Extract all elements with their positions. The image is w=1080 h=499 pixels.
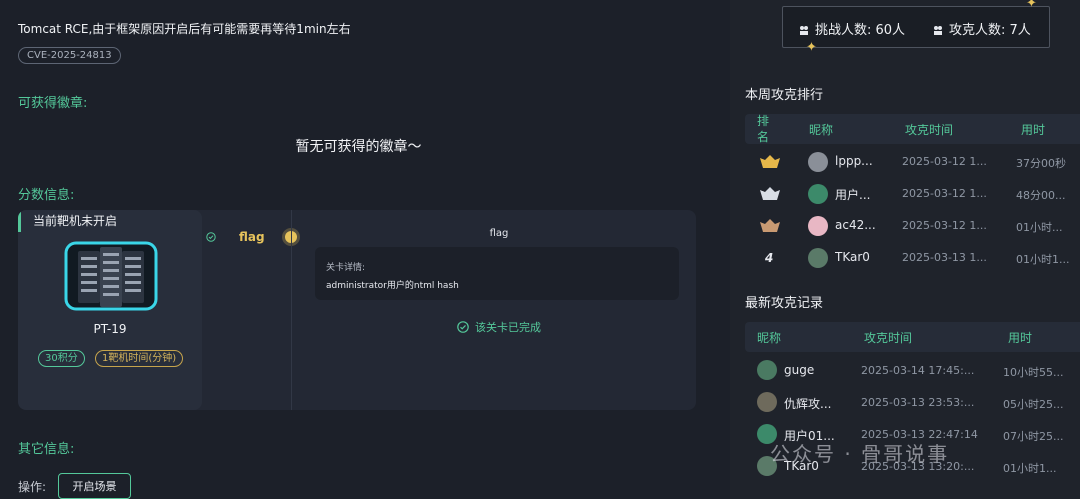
solve-time: 2025-03-12 1...: [902, 219, 987, 232]
nickname: 用户...: [835, 188, 871, 202]
operation-label: 操作:: [18, 480, 47, 494]
table-row[interactable]: 仇辉攻... 2025-03-13 23:53:... 05小时25...: [745, 386, 1080, 418]
completed-status: 该关卡已完成: [314, 319, 684, 335]
col-nickname: 昵称: [809, 123, 834, 137]
col-duration: 用时: [1008, 331, 1033, 345]
nickname: 仇辉攻...: [784, 397, 832, 411]
duration: 48分00...: [1016, 189, 1066, 202]
table-row[interactable]: 用户... 2025-03-12 1... 48分00...: [745, 179, 1080, 211]
nickname: guge: [784, 363, 815, 377]
table-header: 昵称 攻克时间 用时: [745, 322, 1080, 352]
flag-detail-label: 关卡详情:: [326, 263, 366, 273]
watermark: 公众号 · 骨哥说事: [770, 442, 950, 466]
start-scene-button[interactable]: 开启场景: [58, 473, 131, 499]
flag-detail-text: administrator用户的ntml hash: [326, 281, 459, 291]
avatar: [757, 392, 777, 412]
col-rank: 排名: [757, 114, 770, 144]
table-header: 排名 昵称 攻克时间 用时: [745, 114, 1080, 144]
table-row[interactable]: 4 TKar0 2025-03-13 1... 01小时1...: [745, 243, 1080, 275]
check-circle-icon: [457, 321, 469, 333]
score-tag: 30积分: [38, 350, 85, 367]
score-section-heading: 分数信息:: [18, 188, 75, 203]
completed-text: 该关卡已完成: [475, 321, 541, 334]
solve-time: 2025-03-14 17:45:...: [861, 364, 975, 377]
col-time: 攻克时间: [864, 331, 913, 345]
challengers-stat: 挑战人数: 60人: [799, 19, 905, 38]
duration: 01小时...: [1016, 221, 1063, 234]
duration: 37分00秒: [1016, 157, 1066, 170]
target-name: PT-19: [93, 322, 127, 336]
users-icon: [800, 26, 808, 35]
gold-medal-icon: [760, 155, 780, 168]
target-machine-card: 当前靶机未开启 PT-19 30积分 1靶机时间(分钟): [18, 210, 202, 410]
silver-medal-icon: [760, 187, 780, 200]
score-card: 当前靶机未开启 PT-19 30积分 1靶机时间(分钟) flag flag 关…: [18, 210, 696, 410]
duration: 10小时55...: [1003, 366, 1064, 379]
flag-step[interactable]: flag: [202, 210, 312, 410]
sparkle-icon: ✦: [806, 40, 817, 55]
duration: 01小时1...: [1016, 253, 1070, 266]
target-status: 当前靶机未开启: [18, 210, 117, 232]
challenge-main-panel: Tomcat RCE,由于框架原因开启后有可能需要再等待1min左右 CVE-2…: [0, 0, 717, 499]
bronze-medal-icon: [760, 219, 780, 232]
recent-solves-heading: 最新攻克记录: [745, 296, 824, 311]
solve-time: 2025-03-12 1...: [902, 155, 987, 168]
flag-detail-title: flag: [489, 228, 509, 239]
divider: [291, 210, 292, 410]
no-badge-message: 暂无可获得的徽章～: [295, 139, 422, 155]
flag-step-label: flag: [239, 230, 265, 244]
sparkle-icon: ✦: [1026, 0, 1037, 11]
avatar: [757, 360, 777, 380]
cve-tag: CVE-2025-24813: [18, 47, 121, 64]
solve-time: 2025-03-13 1...: [902, 251, 987, 264]
users-icon: [934, 26, 942, 35]
challenge-title: Tomcat RCE,由于框架原因开启后有可能需要再等待1min左右: [18, 22, 351, 36]
solve-time: 2025-03-12 1...: [902, 187, 987, 200]
weekly-rank-heading: 本周攻克排行: [745, 88, 824, 103]
col-time: 攻克时间: [905, 123, 954, 137]
rank-number: 4: [765, 251, 774, 265]
nickname: lppp...: [835, 154, 873, 168]
table-row[interactable]: lppp... 2025-03-12 1... 37分00秒: [745, 147, 1080, 179]
challengers-text: 挑战人数: 60人: [815, 23, 906, 38]
duration: 05小时25...: [1003, 398, 1064, 411]
stats-box: 挑战人数: 60人 攻克人数: 7人: [782, 6, 1050, 48]
time-tag: 1靶机时间(分钟): [95, 350, 184, 367]
nickname: ac42...: [835, 218, 876, 232]
check-circle-icon: [206, 232, 216, 242]
solve-time: 2025-03-13 23:53:...: [861, 396, 975, 409]
flag-detail-panel: flag 关卡详情: administrator用户的ntml hash 该关卡…: [314, 210, 684, 410]
col-nickname: 昵称: [757, 331, 782, 345]
table-row[interactable]: guge 2025-03-14 17:45:... 10小时55...: [745, 354, 1080, 386]
table-row[interactable]: ac42... 2025-03-12 1... 01小时...: [745, 211, 1080, 243]
leaderboard-panel: 挑战人数: 60人 攻克人数: 7人 ✦ ✦ 本周攻克排行 排名 昵称 攻克时间…: [730, 0, 1080, 499]
col-duration: 用时: [1021, 123, 1046, 137]
solvers-text: 攻克人数: 7人: [949, 23, 1031, 38]
solvers-stat: 攻克人数: 7人: [933, 19, 1031, 38]
other-section-heading: 其它信息:: [18, 442, 75, 457]
avatar: [808, 184, 828, 204]
nickname: TKar0: [835, 250, 870, 264]
server-icon: [64, 241, 158, 313]
avatar: [808, 216, 828, 236]
duration: 01小时1...: [1003, 462, 1057, 475]
avatar: [808, 248, 828, 268]
avatar: [808, 152, 828, 172]
duration: 07小时25...: [1003, 430, 1064, 443]
badges-section-heading: 可获得徽章:: [18, 96, 88, 111]
flag-detail-box: 关卡详情: administrator用户的ntml hash: [315, 247, 679, 300]
